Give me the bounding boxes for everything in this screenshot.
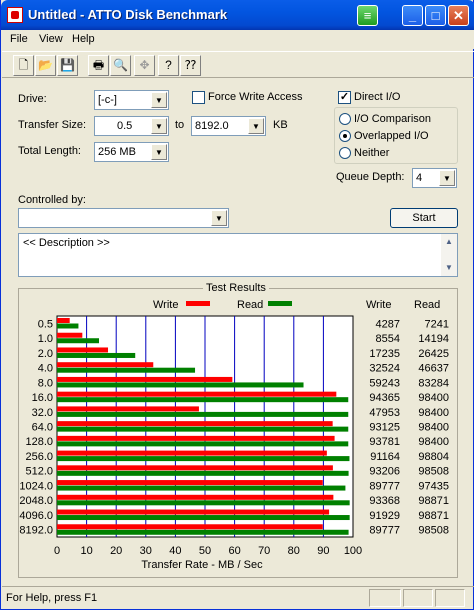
controlled-by-select[interactable]: ▼ — [18, 208, 229, 228]
direct-io-checkbox[interactable]: ✓ — [338, 91, 351, 104]
transfer-from-value: 0.5 — [117, 120, 133, 132]
app-window: Untitled - ATTO Disk Benchmark ≡ _ □ ✕ F… — [0, 0, 474, 610]
print-preview-icon[interactable]: 🔍 — [110, 55, 131, 76]
overlapped-io-radio[interactable] — [339, 130, 351, 142]
close-button[interactable]: ✕ — [448, 5, 469, 26]
maximize-icon: □ — [431, 8, 440, 23]
tray-glyph: ≡ — [363, 8, 372, 23]
window-title: Untitled - ATTO Disk Benchmark — [28, 7, 228, 22]
description-box[interactable]: << Description >> ▲ ▼ — [18, 233, 458, 277]
status-cell-2 — [403, 589, 433, 607]
app-icon[interactable] — [7, 7, 23, 23]
minimize-icon: _ — [408, 8, 417, 23]
tray-icon[interactable]: ≡ — [357, 5, 378, 26]
drive-select[interactable]: [-c-] ▼ — [94, 90, 169, 110]
toolbar: 🗋 📂 💾 🖶 🔍 ✥ ? ⁇ — [2, 51, 474, 78]
transfer-to-select[interactable]: 8192.0 ▼ — [191, 116, 266, 136]
status-cell-3 — [435, 589, 465, 607]
menu-bar: File View Help — [2, 30, 474, 49]
open-folder-icon[interactable]: 📂 — [35, 55, 56, 76]
controlled-by-label: Controlled by: — [18, 194, 86, 206]
start-label: Start — [412, 212, 436, 224]
transfer-size-label: Transfer Size: — [18, 119, 87, 131]
test-results-title: Test Results — [203, 282, 269, 294]
menu-file[interactable]: File — [10, 33, 28, 45]
transfer-from-select[interactable]: 0.5 ▼ — [94, 116, 169, 136]
start-button[interactable]: Start — [390, 208, 458, 228]
chevron-down-icon[interactable]: ▼ — [151, 118, 167, 134]
kb-label: KB — [273, 119, 288, 131]
context-help-icon[interactable]: ⁇ — [180, 55, 201, 76]
drive-label: Drive: — [18, 93, 47, 105]
io-comparison-radio[interactable] — [339, 113, 351, 125]
status-cell-1 — [369, 589, 401, 607]
new-file-icon[interactable]: 🗋 — [13, 55, 34, 76]
force-write-label: Force Write Access — [208, 91, 303, 103]
queue-depth-label: Queue Depth: — [336, 171, 405, 183]
move-icon[interactable]: ✥ — [134, 55, 155, 76]
total-length-value: 256 MB — [98, 146, 136, 158]
scroll-up-icon[interactable]: ▲ — [441, 234, 457, 250]
transfer-to-value: 8192.0 — [195, 120, 229, 132]
drive-value: [-c-] — [98, 94, 117, 106]
neither-label: Neither — [354, 147, 390, 159]
chevron-down-icon[interactable]: ▼ — [248, 118, 264, 134]
direct-io-label: Direct I/O — [354, 91, 401, 103]
queue-depth-value: 4 — [416, 172, 423, 184]
chevron-down-icon[interactable]: ▼ — [439, 170, 455, 186]
print-icon[interactable]: 🖶 — [88, 55, 109, 76]
save-icon[interactable]: 💾 — [57, 55, 78, 76]
test-results-group: Test Results — [18, 282, 458, 578]
neither-radio[interactable] — [339, 147, 351, 159]
minimize-button[interactable]: _ — [402, 5, 423, 26]
force-write-checkbox[interactable] — [192, 91, 205, 104]
total-length-label: Total Length: — [18, 145, 81, 157]
io-comparison-label: I/O Comparison — [354, 113, 432, 125]
status-bar: For Help, press F1 — [2, 586, 474, 609]
title-bar[interactable]: Untitled - ATTO Disk Benchmark ≡ _ □ ✕ — [1, 0, 474, 30]
status-text: For Help, press F1 — [6, 592, 98, 604]
queue-depth-select[interactable]: 4 ▼ — [412, 168, 457, 188]
menu-view[interactable]: View — [39, 33, 63, 45]
maximize-button[interactable]: □ — [425, 5, 446, 26]
overlapped-io-label: Overlapped I/O — [354, 130, 429, 142]
description-text: << Description >> — [23, 237, 110, 249]
description-scrollbar[interactable]: ▲ ▼ — [441, 234, 457, 276]
scroll-down-icon[interactable]: ▼ — [441, 260, 457, 276]
to-label: to — [175, 119, 185, 131]
close-icon: ✕ — [453, 8, 464, 23]
chevron-down-icon[interactable]: ▼ — [211, 210, 227, 226]
total-length-select[interactable]: 256 MB ▼ — [94, 142, 169, 162]
menu-help[interactable]: Help — [72, 33, 95, 45]
chevron-down-icon[interactable]: ▼ — [151, 92, 167, 108]
chevron-down-icon[interactable]: ▼ — [151, 144, 167, 160]
help-icon[interactable]: ? — [158, 55, 179, 76]
